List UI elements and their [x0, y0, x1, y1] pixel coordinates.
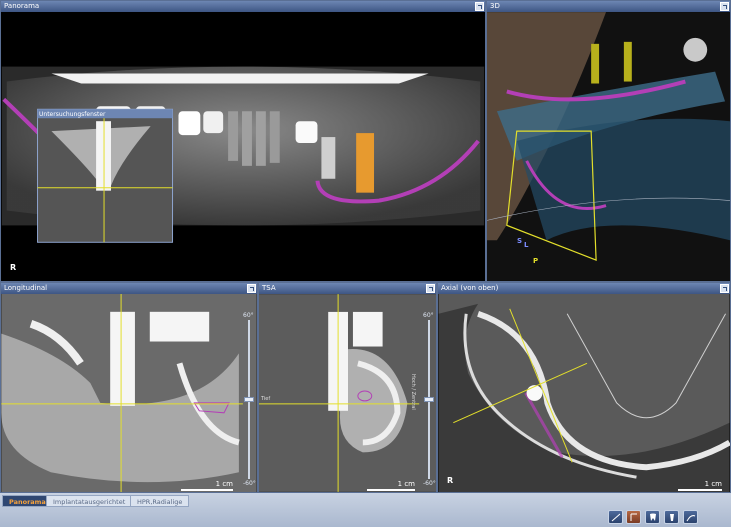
scale-label: 1 cm — [704, 480, 722, 488]
maximize-icon[interactable] — [720, 284, 729, 293]
bottom-bar: Panorama Implantatausgerichtet HPR,Radia… — [0, 493, 731, 527]
slider-top-label: 60° — [423, 312, 434, 319]
scale-label: 1 cm — [215, 480, 233, 488]
panorama-panel[interactable]: Panorama Untersuchungsfenster R — [0, 0, 486, 282]
longitudinal-image[interactable] — [1, 294, 257, 492]
longitudinal-angle-slider[interactable]: 60° -60° — [243, 312, 256, 487]
axis-label-l: L — [524, 241, 529, 249]
scale-bar: 1 cm — [367, 480, 415, 491]
scale-label: 1 cm — [397, 480, 415, 488]
axial-title: Axial (von oben) — [441, 284, 499, 292]
maximize-icon[interactable] — [475, 2, 484, 11]
orientation-label: R — [10, 263, 17, 272]
inset-window-title: Untersuchungsfenster — [39, 111, 106, 118]
tsa-title: TSA — [262, 284, 276, 292]
scale-bar: 1 cm — [678, 480, 722, 491]
longitudinal-title: Longitudinal — [4, 284, 48, 292]
tsa-panel[interactable]: TSA 60° -60° Tief Hoch / Zentral 1 cm — [258, 282, 437, 493]
view3d-title: 3D — [490, 2, 500, 10]
slider-thumb[interactable] — [424, 397, 434, 402]
maximize-icon[interactable] — [247, 284, 256, 293]
orientation-label: R — [447, 476, 454, 485]
view3d-panel[interactable]: 3D S L P — [486, 0, 731, 282]
implant-icon[interactable] — [664, 510, 679, 524]
tsa-titlebar: TSA — [259, 283, 436, 294]
slider-top-label: 60° — [243, 312, 254, 319]
axis-label-p: P — [533, 257, 539, 265]
tsa-view[interactable]: 60° -60° Tief Hoch / Zentral 1 cm — [259, 294, 436, 492]
tab-hpr-radialige[interactable]: HPR,Radialige — [130, 495, 190, 507]
contour-icon[interactable] — [626, 510, 641, 524]
longitudinal-view[interactable]: 60° -60° 1 cm — [1, 294, 257, 492]
axial-titlebar: Axial (von oben) — [438, 283, 730, 294]
axis-label-s: S — [517, 237, 523, 245]
axial-panel[interactable]: Axial (von oben) R 1 cm — [437, 282, 731, 493]
tsa-left-label: Tief — [261, 396, 271, 402]
slider-bottom-label: -60° — [423, 480, 436, 487]
maximize-icon[interactable] — [426, 284, 435, 293]
axial-view[interactable]: R 1 cm — [438, 294, 730, 492]
measure-icon[interactable] — [608, 510, 623, 524]
longitudinal-titlebar: Longitudinal — [1, 283, 257, 294]
tsa-angle-slider[interactable]: 60° -60° — [423, 312, 436, 487]
panorama-view[interactable]: Untersuchungsfenster R — [1, 12, 485, 281]
view3d-view[interactable]: S L P — [487, 12, 730, 281]
view3d-titlebar: 3D — [487, 1, 730, 12]
panorama-titlebar: Panorama — [1, 1, 485, 12]
maximize-icon[interactable] — [720, 2, 729, 11]
tsa-right-label: Hoch / Zentral — [410, 374, 416, 410]
tab-implantatausgerichtet[interactable]: Implantatausgerichtet — [46, 495, 133, 507]
tooth-icon[interactable] — [645, 510, 660, 524]
longitudinal-panel[interactable]: Longitudinal 60° -60° 1 cm — [0, 282, 258, 493]
axial-image[interactable] — [438, 294, 730, 492]
scale-bar: 1 cm — [181, 480, 233, 491]
nerve-icon[interactable] — [683, 510, 698, 524]
slider-thumb[interactable] — [244, 397, 254, 402]
panorama-image[interactable] — [1, 12, 485, 281]
panorama-title: Panorama — [4, 2, 40, 10]
slider-bottom-label: -60° — [243, 480, 256, 487]
